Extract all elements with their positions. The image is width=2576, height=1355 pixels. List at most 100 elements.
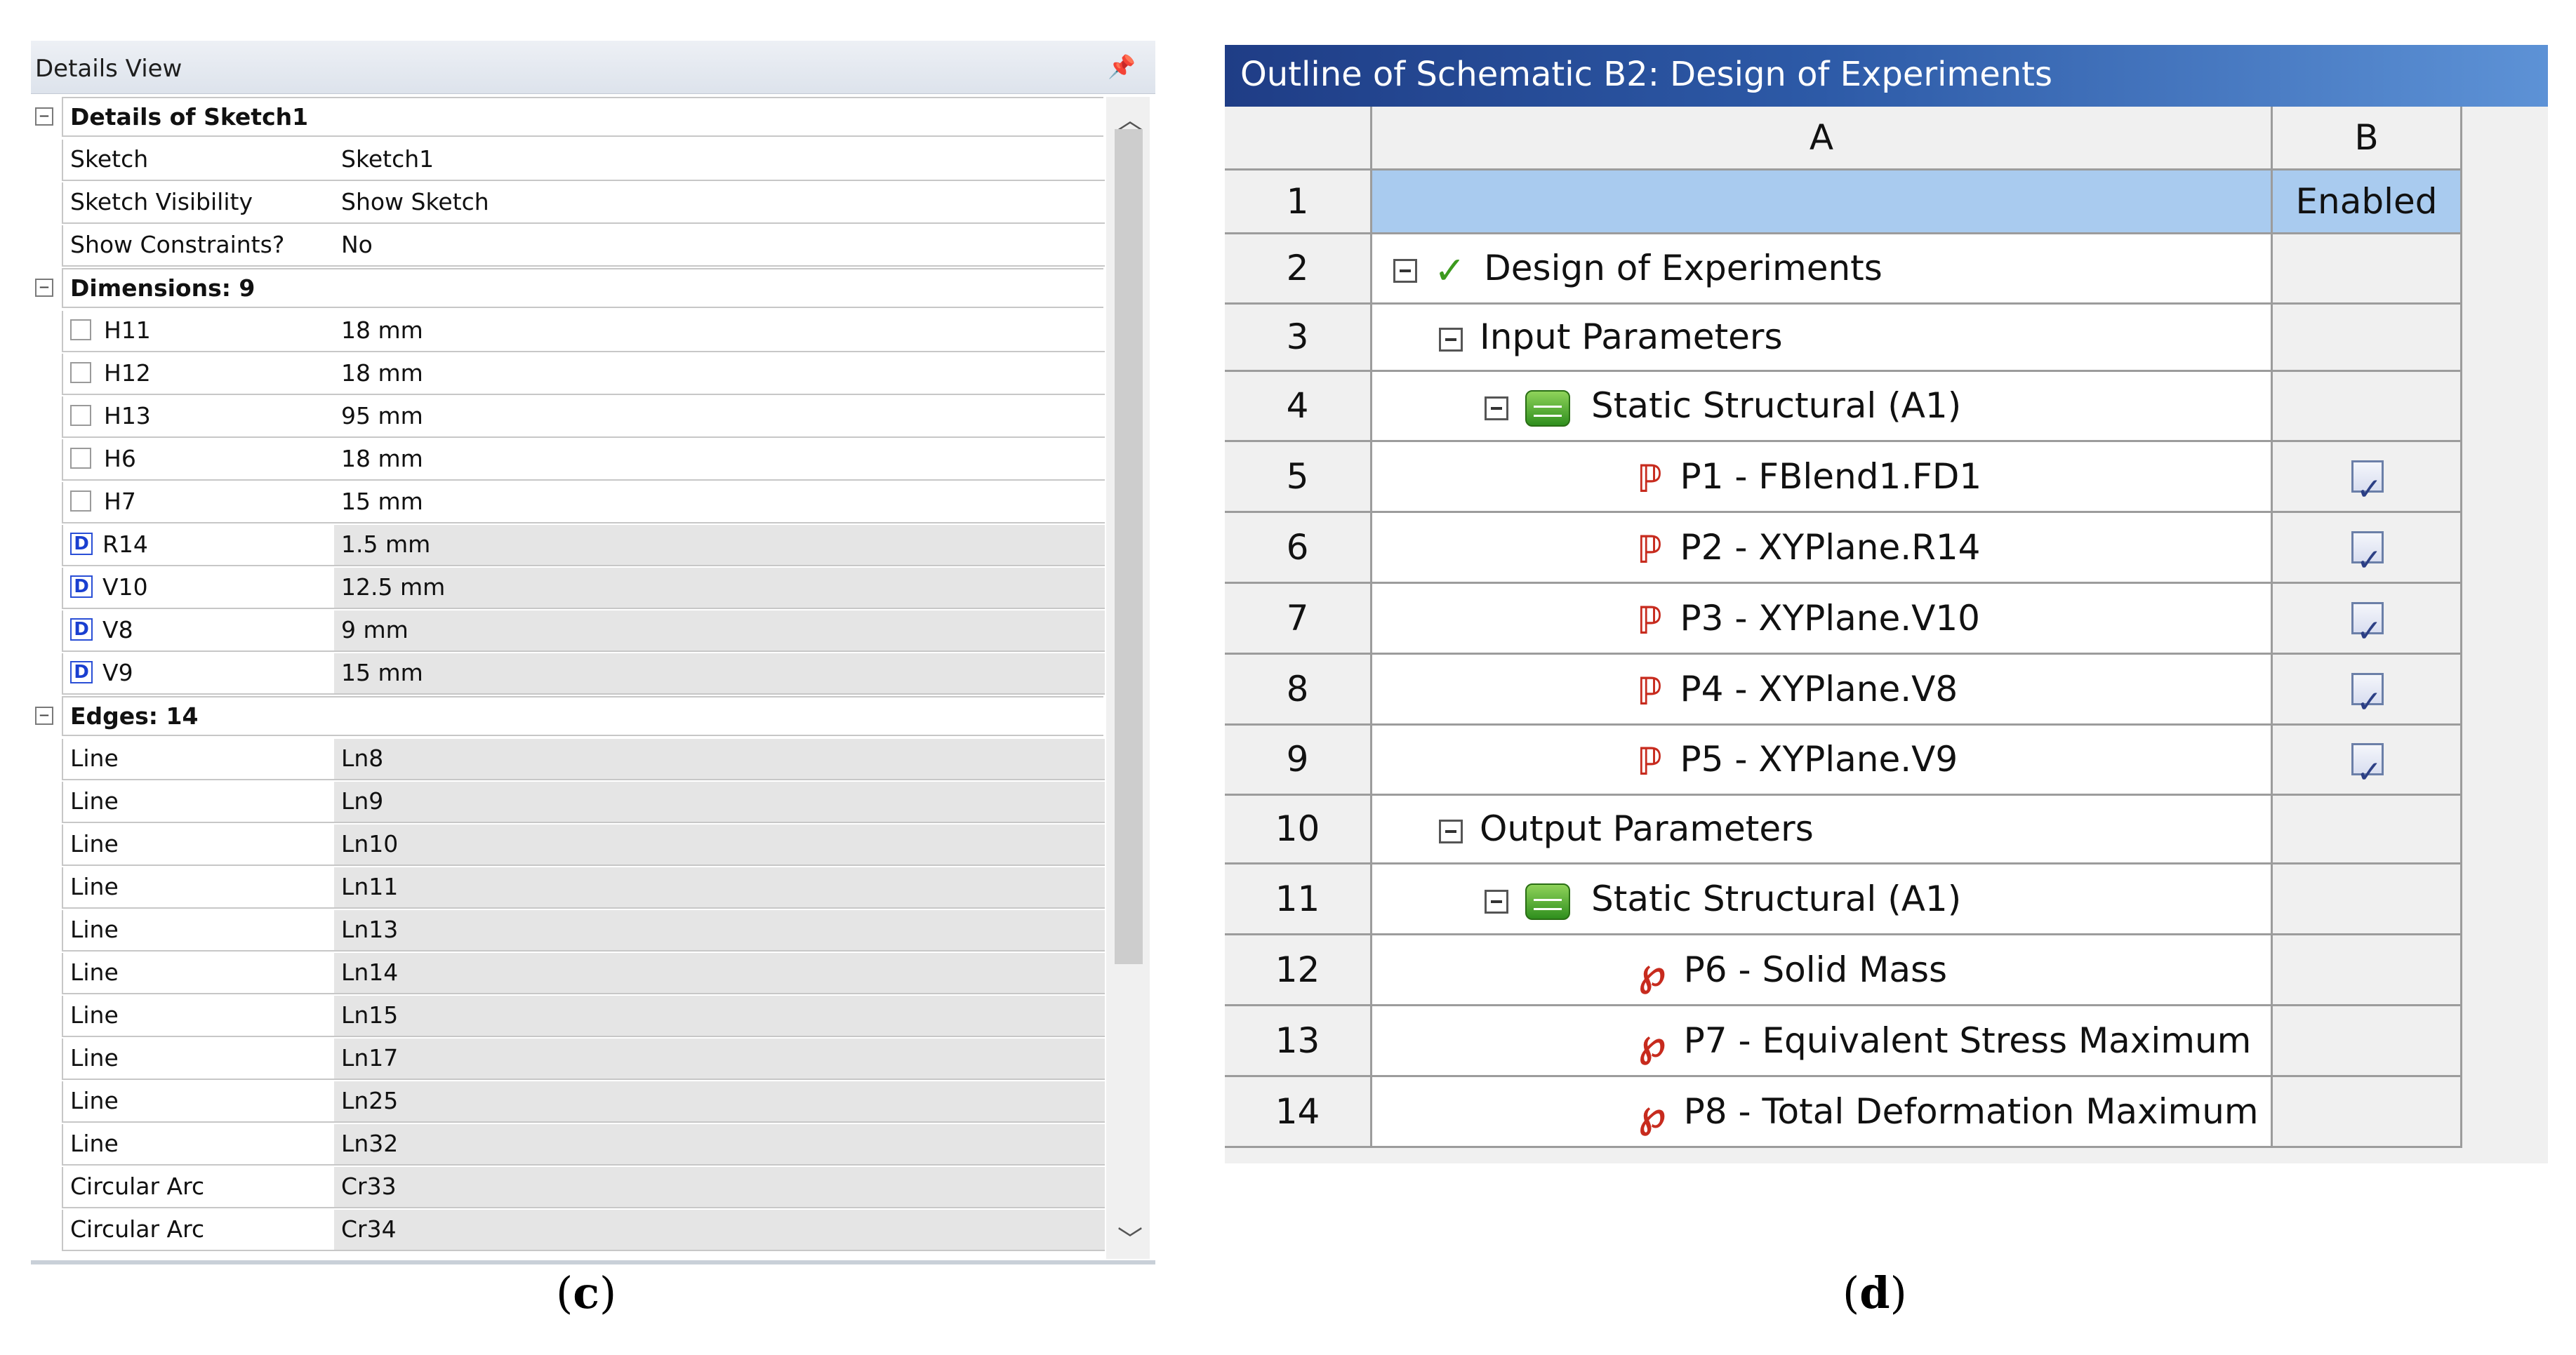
collapse-icon[interactable] xyxy=(1439,327,1463,352)
driving-dimension-icon[interactable]: D xyxy=(70,575,93,598)
outline-row-cell[interactable]: ✓ Design of Experiments xyxy=(1372,234,2273,305)
details-property-row[interactable]: Sketch Visibility Show Sketch xyxy=(31,182,1105,224)
column-header-a[interactable]: A xyxy=(1372,107,2273,171)
outline-row-cell[interactable]: ℙ P1 - FBlend1.FD1 xyxy=(1372,442,2273,513)
parameter-checkbox[interactable] xyxy=(70,361,91,383)
details-property-row[interactable]: Line Ln11 xyxy=(31,867,1105,909)
property-value[interactable]: Ln10 xyxy=(334,825,1105,866)
details-property-row[interactable]: Line Ln32 xyxy=(31,1124,1105,1166)
outline-row-cell[interactable]: Static Structural (A1) xyxy=(1372,372,2273,442)
details-scrollbar[interactable]: ︿ ﹀ xyxy=(1106,97,1150,1259)
details-property-row[interactable]: Line Ln25 xyxy=(31,1081,1105,1123)
outline-row-cell[interactable]: ℙ P5 - XYPlane.V9 xyxy=(1372,726,2273,796)
property-value[interactable]: 95 mm xyxy=(334,396,1105,438)
property-value[interactable]: Ln13 xyxy=(334,910,1105,952)
property-value[interactable]: 18 mm xyxy=(334,311,1105,352)
details-property-row[interactable]: Circular Arc Cr34 xyxy=(31,1210,1105,1251)
property-value[interactable]: Show Sketch xyxy=(334,182,1105,224)
collapse-toggle-icon[interactable]: − xyxy=(35,707,53,725)
details-property-row[interactable]: Line Ln17 xyxy=(31,1039,1105,1080)
property-value[interactable]: Sketch1 xyxy=(334,140,1105,181)
property-value[interactable]: Ln17 xyxy=(334,1039,1105,1080)
details-property-row[interactable]: D V9 15 mm xyxy=(31,653,1105,695)
details-property-row[interactable]: H12 18 mm xyxy=(31,354,1105,395)
outline-row-cell[interactable]: Input Parameters xyxy=(1372,305,2273,372)
enabled-column-cell[interactable] xyxy=(2273,726,2462,806)
property-value[interactable]: Ln32 xyxy=(334,1124,1105,1166)
details-property-row[interactable]: Line Ln13 xyxy=(31,910,1105,952)
property-value[interactable]: Cr33 xyxy=(334,1167,1105,1208)
outline-row-cell[interactable]: ℙ P4 - XYPlane.V8 xyxy=(1372,655,2273,726)
outline-row-cell[interactable]: ℘ P7 - Equivalent Stress Maximum xyxy=(1372,1006,2273,1077)
driving-dimension-icon[interactable]: D xyxy=(70,618,93,641)
property-value[interactable]: 15 mm xyxy=(334,482,1105,523)
outline-row-cell[interactable]: ℘ P6 - Solid Mass xyxy=(1372,935,2273,1006)
details-property-row[interactable]: Show Constraints? No xyxy=(31,225,1105,267)
enabled-checkbox[interactable] xyxy=(2351,738,2384,806)
pin-icon[interactable]: 📌 xyxy=(1108,53,1136,80)
outline-row-cell[interactable] xyxy=(1372,171,2273,234)
details-property-row[interactable]: D R14 1.5 mm xyxy=(31,525,1105,566)
enabled-checkbox[interactable] xyxy=(2351,455,2384,524)
property-value[interactable]: Ln25 xyxy=(334,1081,1105,1123)
property-value[interactable]: Cr34 xyxy=(334,1210,1105,1251)
outline-row-cell[interactable]: ℙ P2 - XYPlane.R14 xyxy=(1372,513,2273,584)
enabled-column-cell[interactable] xyxy=(2273,442,2462,524)
property-value[interactable]: Ln9 xyxy=(334,782,1105,823)
chevron-down-icon[interactable]: ﹀ xyxy=(1117,1220,1143,1256)
property-label-cell: D V8 xyxy=(62,610,336,652)
output-parameter-icon: ℘ xyxy=(1639,1020,1666,1065)
enabled-column-cell[interactable] xyxy=(2273,655,2462,737)
details-property-row[interactable]: Line Ln8 xyxy=(31,739,1105,780)
details-property-row[interactable]: Line Ln14 xyxy=(31,953,1105,994)
details-property-row[interactable]: H7 15 mm xyxy=(31,482,1105,523)
parameter-checkbox[interactable] xyxy=(70,404,91,426)
driving-dimension-icon[interactable]: D xyxy=(70,660,93,683)
collapse-toggle-icon[interactable]: − xyxy=(35,279,53,297)
details-property-row[interactable]: D V10 12.5 mm xyxy=(31,568,1105,609)
collapse-icon[interactable] xyxy=(1439,819,1463,843)
details-property-row[interactable]: Sketch Sketch1 xyxy=(31,140,1105,181)
scrollbar-thumb[interactable] xyxy=(1115,129,1143,964)
outline-row-cell[interactable]: Output Parameters xyxy=(1372,796,2273,865)
enabled-column-cell[interactable] xyxy=(2273,513,2462,595)
collapse-toggle-icon[interactable]: − xyxy=(35,107,53,126)
details-property-row[interactable]: D V8 9 mm xyxy=(31,610,1105,652)
collapse-icon[interactable] xyxy=(1485,889,1508,914)
details-group-row[interactable]: − Edges: 14 xyxy=(31,696,1105,737)
parameter-checkbox[interactable] xyxy=(70,319,91,340)
details-group-row[interactable]: − Dimensions: 9 xyxy=(31,268,1105,309)
parameter-checkbox[interactable] xyxy=(70,490,91,512)
enabled-checkbox[interactable] xyxy=(2351,526,2384,595)
property-value[interactable]: 9 mm xyxy=(334,610,1105,652)
details-property-row[interactable]: H6 18 mm xyxy=(31,439,1105,481)
column-header-b[interactable]: B xyxy=(2273,107,2462,171)
enabled-checkbox[interactable] xyxy=(2351,597,2384,666)
enabled-checkbox[interactable] xyxy=(2351,668,2384,737)
collapse-icon[interactable] xyxy=(1393,258,1417,283)
property-value[interactable]: 12.5 mm xyxy=(334,568,1105,609)
driving-dimension-icon[interactable]: D xyxy=(70,532,93,555)
outline-row-cell[interactable]: ℙ P3 - XYPlane.V10 xyxy=(1372,584,2273,655)
property-value[interactable]: Ln14 xyxy=(334,953,1105,994)
property-value[interactable]: 18 mm xyxy=(334,354,1105,395)
property-value[interactable]: Ln8 xyxy=(334,739,1105,780)
details-group-row[interactable]: − Details of Sketch1 xyxy=(31,97,1105,138)
property-value[interactable]: Ln15 xyxy=(334,996,1105,1037)
details-property-row[interactable]: Circular Arc Cr33 xyxy=(31,1167,1105,1208)
details-property-row[interactable]: Line Ln9 xyxy=(31,782,1105,823)
outline-row-cell[interactable]: Static Structural (A1) xyxy=(1372,865,2273,935)
details-property-row[interactable]: H11 18 mm xyxy=(31,311,1105,352)
property-value[interactable]: No xyxy=(334,225,1105,267)
property-value[interactable]: 1.5 mm xyxy=(334,525,1105,566)
details-property-row[interactable]: Line Ln10 xyxy=(31,825,1105,866)
details-property-row[interactable]: Line Ln15 xyxy=(31,996,1105,1037)
enabled-column-cell[interactable] xyxy=(2273,584,2462,666)
parameter-checkbox[interactable] xyxy=(70,447,91,469)
property-value[interactable]: 15 mm xyxy=(334,653,1105,695)
property-value[interactable]: 18 mm xyxy=(334,439,1105,481)
collapse-icon[interactable] xyxy=(1485,396,1508,420)
property-value[interactable]: Ln11 xyxy=(334,867,1105,909)
outline-row-cell[interactable]: ℘ P8 - Total Deformation Maximum xyxy=(1372,1077,2273,1148)
details-property-row[interactable]: H13 95 mm xyxy=(31,396,1105,438)
